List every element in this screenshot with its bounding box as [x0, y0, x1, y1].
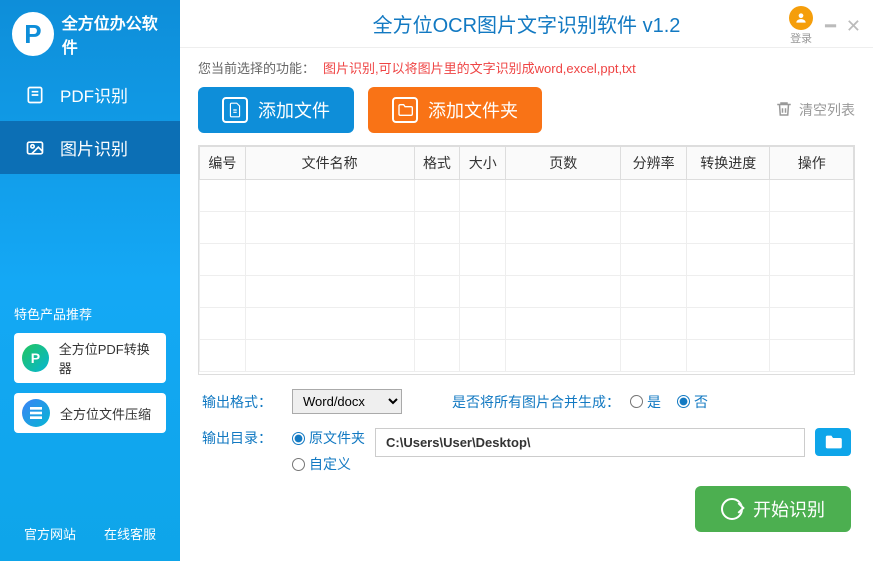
- radio-label: 是: [647, 392, 661, 412]
- sidebar-footer: 官方网站 在线客服: [0, 510, 180, 561]
- promo-icon: [22, 399, 50, 427]
- file-table: 编号文件名称格式大小页数分辨率转换进度操作: [198, 145, 855, 375]
- promo-section: 特色产品推荐 P 全方位PDF转换器 全方位文件压缩: [0, 294, 180, 453]
- table-header: 编号: [200, 147, 246, 180]
- clear-label: 清空列表: [799, 100, 855, 120]
- output-path-input[interactable]: [375, 428, 805, 457]
- func-label: 您当前选择的功能：: [198, 58, 315, 77]
- merge-no[interactable]: 否: [677, 392, 708, 412]
- main-area: 全方位OCR图片文字识别软件 v1.2 登录 ━ ✕ 您当前选择的功能： 图片识…: [180, 0, 873, 561]
- table-header: 分辨率: [621, 147, 687, 180]
- logo-area: P 全方位办公软件: [0, 0, 180, 68]
- button-label: 开始识别: [753, 496, 825, 522]
- nav-label: 图片识别: [60, 135, 128, 160]
- table-header: 页数: [506, 147, 621, 180]
- promo-item-file-compress[interactable]: 全方位文件压缩: [14, 393, 166, 433]
- table-header: 格式: [414, 147, 460, 180]
- function-description: 您当前选择的功能： 图片识别,可以将图片里的文字识别成word,excel,pp…: [180, 48, 873, 87]
- nav-pdf[interactable]: PDF识别: [0, 68, 180, 121]
- output-format-label: 输出格式：: [202, 392, 282, 412]
- table-row: [200, 212, 854, 244]
- dir-custom[interactable]: 自定义: [292, 454, 365, 474]
- table-row: [200, 276, 854, 308]
- promo-label: 全方位PDF转换器: [59, 339, 158, 377]
- table-header: 转换进度: [686, 147, 769, 180]
- table-header: 文件名称: [245, 147, 414, 180]
- button-label: 添加文件: [258, 97, 330, 123]
- promo-item-pdf-converter[interactable]: P 全方位PDF转换器: [14, 333, 166, 383]
- button-label: 添加文件夹: [428, 97, 518, 123]
- app-name: 全方位办公软件: [62, 10, 168, 58]
- radio-input[interactable]: [292, 432, 305, 445]
- merge-radio-group: 是 否: [630, 392, 708, 412]
- add-file-button[interactable]: 添加文件: [198, 87, 354, 133]
- promo-label: 全方位文件压缩: [60, 404, 151, 423]
- login-button[interactable]: 登录: [789, 6, 813, 46]
- pdf-icon: [24, 84, 46, 106]
- table-row: [200, 340, 854, 372]
- close-icon[interactable]: ✕: [846, 16, 861, 37]
- table-row: [200, 308, 854, 340]
- file-icon: [222, 97, 248, 123]
- merge-yes[interactable]: 是: [630, 392, 661, 412]
- radio-input[interactable]: [677, 395, 690, 408]
- output-format-select[interactable]: Word/docx: [292, 389, 402, 414]
- app-title: 全方位OCR图片文字识别软件 v1.2: [373, 9, 681, 38]
- table-header: 大小: [460, 147, 506, 180]
- radio-input[interactable]: [630, 395, 643, 408]
- dir-original[interactable]: 原文件夹: [292, 428, 365, 448]
- table-header: 操作: [770, 147, 854, 180]
- start-button[interactable]: 开始识别: [695, 486, 851, 532]
- add-folder-button[interactable]: 添加文件夹: [368, 87, 542, 133]
- func-text: 图片识别,可以将图片里的文字识别成word,excel,ppt,txt: [323, 58, 636, 77]
- sidebar: P 全方位办公软件 PDF识别 图片识别 特色产品推荐 P 全方位PDF转换器: [0, 0, 180, 561]
- folder-icon: [392, 97, 418, 123]
- login-label: 登录: [790, 30, 812, 46]
- promo-title: 特色产品推荐: [14, 304, 166, 323]
- radio-label: 自定义: [309, 454, 351, 474]
- app-logo-icon: P: [12, 12, 54, 56]
- official-site-link[interactable]: 官方网站: [24, 524, 76, 543]
- merge-question: 是否将所有图片合并生成：: [452, 392, 620, 412]
- promo-icon: P: [22, 344, 49, 372]
- folder-icon: [823, 434, 843, 450]
- clear-list-button[interactable]: 清空列表: [775, 100, 855, 121]
- nav-image[interactable]: 图片识别: [0, 121, 180, 174]
- output-dir-label: 输出目录：: [202, 428, 282, 448]
- radio-input[interactable]: [292, 458, 305, 471]
- titlebar: 全方位OCR图片文字识别软件 v1.2 登录 ━ ✕: [180, 0, 873, 48]
- trash-icon: [775, 100, 793, 121]
- table-row: [200, 244, 854, 276]
- image-icon: [24, 137, 46, 159]
- refresh-icon: [721, 498, 743, 520]
- radio-label: 否: [694, 392, 708, 412]
- radio-label: 原文件夹: [309, 428, 365, 448]
- minimize-icon[interactable]: ━: [825, 16, 836, 37]
- support-link[interactable]: 在线客服: [104, 524, 156, 543]
- browse-button[interactable]: [815, 428, 851, 456]
- nav-label: PDF识别: [60, 82, 128, 107]
- user-icon: [789, 6, 813, 30]
- table-row: [200, 180, 854, 212]
